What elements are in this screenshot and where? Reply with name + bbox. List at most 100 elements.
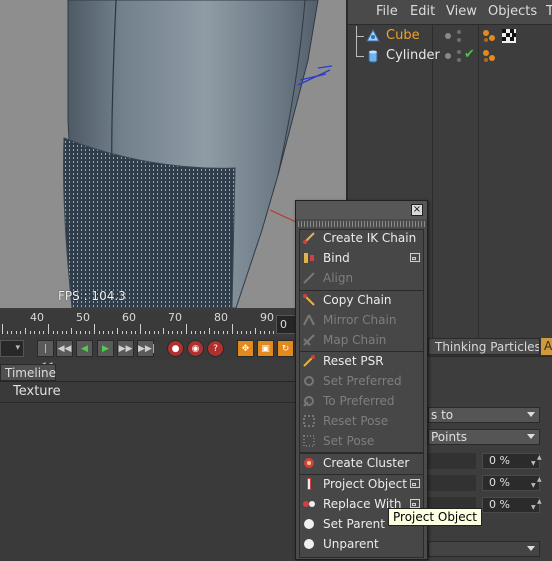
to-preferred-icon	[303, 396, 314, 407]
ruler-tick	[48, 324, 49, 334]
menu-objects[interactable]: Objects	[488, 4, 537, 19]
track-label-texture[interactable]: Texture	[13, 384, 61, 399]
item-label: Copy Chain	[323, 293, 392, 307]
copy-chain-button[interactable]: Copy Chain	[299, 290, 424, 310]
reset-pose-button[interactable]: Reset Pose	[299, 411, 424, 431]
percent-field[interactable]: 0 % ▲ ▼	[482, 475, 542, 491]
timeline-ruler[interactable]: 40 50 60 70 80 90	[0, 310, 300, 334]
ruler-label: 70	[168, 311, 182, 324]
ruler-tick	[199, 331, 201, 334]
palette-titlebar[interactable]: ×	[296, 201, 427, 219]
tab-attributes[interactable]: A	[541, 338, 552, 355]
set-parent-icon	[304, 519, 314, 529]
to-preferred-button[interactable]: To Preferred	[299, 391, 424, 411]
help-icon[interactable]: ?	[207, 340, 224, 357]
item-label: To Preferred	[323, 394, 395, 408]
checkmark-icon[interactable]: ✔	[464, 47, 475, 62]
ruler-tick	[176, 331, 178, 334]
render-visibility-dot[interactable]	[457, 30, 461, 34]
menu-edit[interactable]: Edit	[410, 4, 435, 19]
cluster-icon	[304, 458, 314, 468]
attribute-dropdown[interactable]: s to	[428, 407, 540, 423]
texture-tag-icon[interactable]	[502, 29, 516, 43]
render-visibility-dot[interactable]	[457, 50, 461, 54]
ruler-tick	[98, 331, 100, 334]
attribute-panel: s to Points 0 % ▲ ▼ 0 % ▲ ▼ 0 % ▲ ▼	[428, 356, 552, 561]
ruler-tick	[241, 331, 243, 334]
ruler-tick	[144, 331, 146, 334]
tab-timeline[interactable]: Timeline	[0, 364, 56, 381]
create-ik-chain-button[interactable]: Create IK Chain	[299, 228, 424, 248]
ruler-tick	[172, 331, 174, 334]
set-preferred-icon	[304, 376, 314, 386]
project-object-button[interactable]: Project Object	[299, 474, 424, 494]
percent-field[interactable]: 0 % ▲ ▼	[482, 497, 542, 513]
frame-dropdown[interactable]: ▾	[0, 340, 24, 357]
move-icon[interactable]: ✥	[237, 340, 254, 357]
object-row-cube[interactable]: Cube	[348, 26, 552, 46]
play-backward-button[interactable]: ◀	[76, 340, 93, 357]
item-label: Set Parent	[323, 517, 385, 531]
map-chain-button[interactable]: Map Chain	[299, 330, 424, 350]
ruler-tick	[218, 331, 220, 334]
go-to-end-button[interactable]: ▶▶|	[137, 340, 155, 357]
ruler-tick	[149, 331, 151, 334]
previous-key-button[interactable]: ◀◀	[56, 340, 73, 357]
ruler-label: 40	[30, 311, 44, 324]
palette-drag-handle[interactable]	[298, 221, 425, 227]
ruler-tick	[222, 331, 224, 334]
autokey-icon[interactable]: ◉	[187, 340, 204, 357]
ruler-label: 90	[260, 311, 274, 324]
object-name[interactable]: Cube	[386, 28, 420, 43]
percent-field[interactable]: 0 % ▲ ▼	[482, 453, 542, 469]
submenu-icon[interactable]	[410, 479, 420, 488]
editor-visibility-dot[interactable]	[445, 53, 451, 59]
field-value: 0 %	[489, 476, 510, 489]
next-key-button[interactable]: ▶▶	[117, 340, 134, 357]
spinner-icon[interactable]: ▲ ▼	[531, 477, 542, 489]
submenu-icon[interactable]	[410, 253, 420, 262]
ruler-tick	[89, 331, 91, 334]
set-preferred-button[interactable]: Set Preferred	[299, 371, 424, 391]
set-pose-button[interactable]: Set Pose	[299, 431, 424, 451]
mirror-chain-button[interactable]: Mirror Chain	[299, 310, 424, 330]
material-tag-icon[interactable]	[482, 29, 496, 43]
render-visibility-dot[interactable]	[457, 38, 461, 42]
object-name[interactable]: Cylinder	[386, 48, 440, 63]
spinner-icon[interactable]: ▲ ▼	[531, 455, 542, 467]
attribute-field[interactable]	[428, 453, 476, 469]
menu-view[interactable]: View	[446, 4, 477, 19]
ruler-tick	[181, 331, 183, 334]
spinner-icon[interactable]: ▲ ▼	[531, 499, 542, 511]
object-manager-menubar: File Edit View Objects T	[348, 0, 552, 25]
close-icon[interactable]: ×	[411, 204, 423, 216]
timeline-panel	[0, 381, 300, 561]
play-forward-button[interactable]: ▶	[97, 340, 114, 357]
scale-icon[interactable]: ▣	[257, 340, 274, 357]
bind-button[interactable]: Bind	[299, 248, 424, 268]
go-to-start-button[interactable]: |◀◀	[37, 340, 54, 371]
render-visibility-dot[interactable]	[457, 58, 461, 62]
editor-visibility-dot[interactable]	[445, 33, 451, 39]
attribute-dropdown[interactable]: Points	[428, 429, 540, 445]
record-keys-icon[interactable]: ●	[167, 340, 184, 357]
item-label: Reset PSR	[323, 354, 384, 368]
rotate-icon[interactable]: ↻	[277, 340, 294, 357]
ruler-tick	[195, 331, 197, 334]
object-row-cylinder[interactable]: Cylinder ✔	[348, 46, 552, 66]
tab-thinking-particles[interactable]: Thinking Particles	[428, 338, 540, 355]
unparent-button[interactable]: Unparent	[299, 534, 424, 554]
attribute-field[interactable]	[428, 475, 476, 491]
material-tag-icon[interactable]	[482, 49, 496, 63]
ruler-tick	[20, 331, 22, 334]
align-button[interactable]: Align	[299, 268, 424, 288]
create-cluster-button[interactable]: Create Cluster	[299, 453, 424, 473]
attribute-dropdown[interactable]	[428, 541, 540, 557]
item-label: Set Preferred	[323, 374, 402, 388]
menu-file[interactable]: File	[376, 4, 398, 19]
reset-psr-button[interactable]: Reset PSR	[299, 351, 424, 371]
ruler-tick	[2, 324, 3, 334]
menu-tags[interactable]: T	[546, 4, 552, 19]
ruler-tick	[103, 331, 105, 334]
submenu-icon[interactable]	[410, 499, 420, 508]
